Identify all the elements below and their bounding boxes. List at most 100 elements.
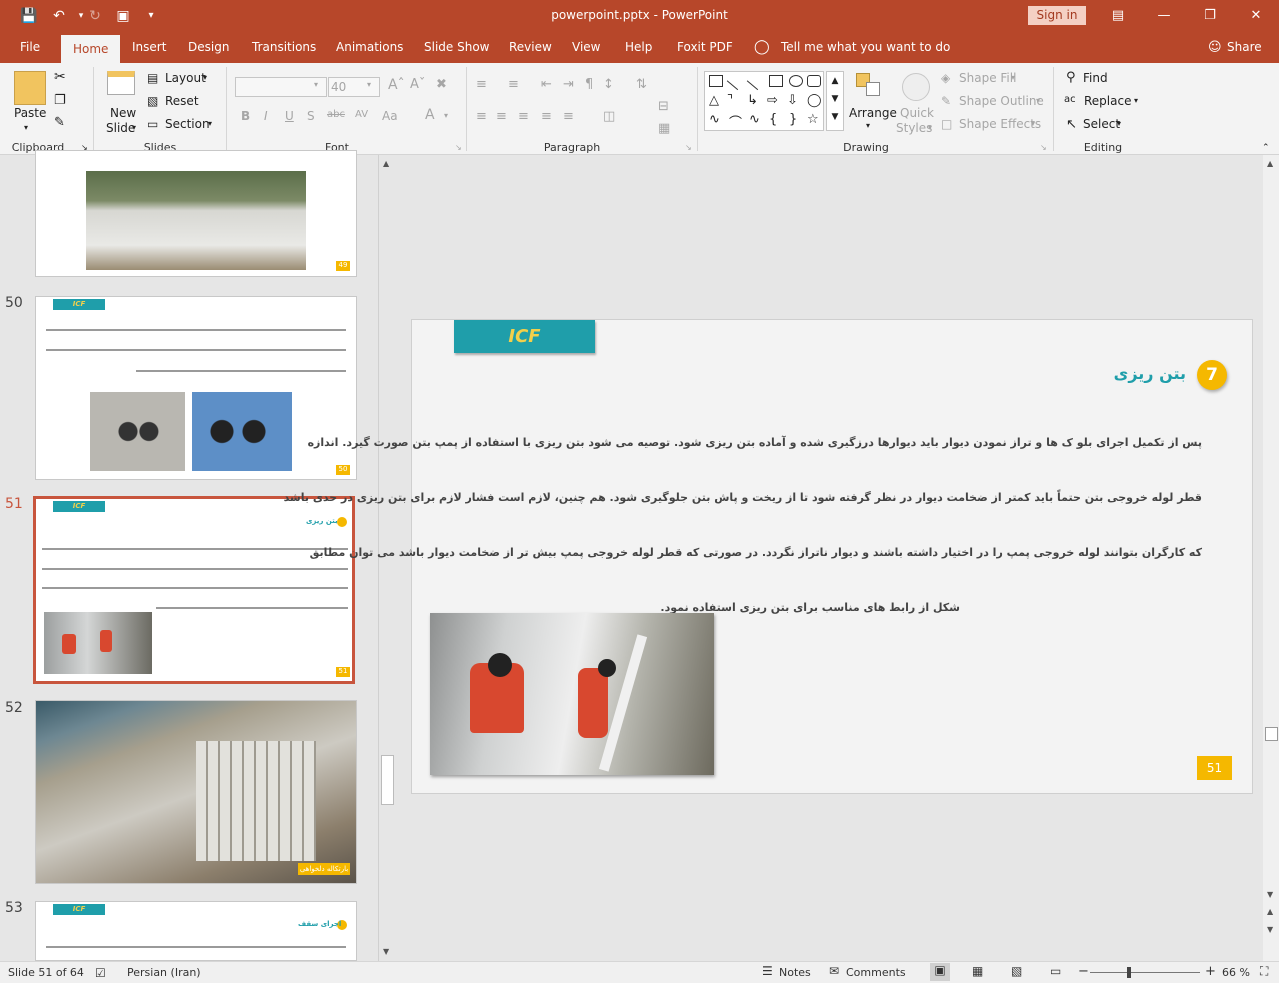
font-name-dropdown-icon[interactable]: ▾	[314, 80, 318, 89]
drawing-launcher-icon[interactable]: ↘	[1040, 143, 1047, 152]
elbow-connector-icon[interactable]: ⌝	[727, 93, 733, 108]
increase-font-icon[interactable]: Aˆ	[388, 77, 405, 93]
slide-thumbnail-53[interactable]: ICF اجرای سقف	[35, 901, 357, 961]
section-dropdown-icon[interactable]: ▾	[208, 119, 212, 128]
paste-dropdown-icon[interactable]: ▾	[24, 123, 28, 132]
shadow-icon[interactable]: S	[307, 109, 315, 123]
font-launcher-icon[interactable]: ↘	[455, 143, 462, 152]
quick-styles-button[interactable]: Quick	[900, 106, 934, 120]
scroll-down-icon[interactable]: ▼	[383, 947, 389, 956]
scroll-up-icon[interactable]: ▲	[1267, 159, 1273, 168]
tab-foxit-pdf[interactable]: Foxit PDF	[677, 32, 733, 63]
normal-view-icon[interactable]: ▣	[930, 963, 950, 981]
fit-to-window-icon[interactable]: ⛶	[1260, 964, 1268, 979]
shape-outline-icon[interactable]: ✎	[941, 94, 951, 108]
slide-scrollbar[interactable]: ▲ ▼ ▲ ▼	[1263, 155, 1279, 961]
format-painter-icon[interactable]: ✎	[54, 115, 65, 130]
find-button[interactable]: Find	[1083, 71, 1108, 85]
scroll-thumb[interactable]	[381, 755, 394, 805]
rounded-rectangle-shape-icon[interactable]	[807, 75, 821, 87]
arc-shape-icon[interactable]: ⌒	[729, 112, 742, 131]
freeform-shape-icon[interactable]: ◯	[807, 93, 822, 108]
right-brace-shape-icon[interactable]: }	[789, 112, 797, 127]
new-slide-dropdown-icon[interactable]: ▾	[132, 123, 136, 132]
notes-button[interactable]: Notes	[779, 966, 811, 979]
arrange-button[interactable]: Arrange	[849, 106, 897, 120]
shape-fill-dropdown-icon[interactable]: ▾	[1011, 73, 1015, 82]
align-text-icon[interactable]: ⊟	[658, 99, 669, 114]
collapse-ribbon-icon[interactable]: ⌃	[1262, 143, 1270, 153]
clear-formatting-icon[interactable]: ✖	[436, 77, 447, 92]
section-icon[interactable]: ▭	[147, 117, 158, 131]
language-indicator[interactable]: Persian (Iran)	[127, 966, 201, 979]
zoom-out-icon[interactable]: −	[1078, 964, 1089, 979]
justify-icon[interactable]: ≡	[541, 109, 552, 124]
rectangle-shape-icon[interactable]	[769, 75, 783, 87]
right-arrow-shape-icon[interactable]: ⇨	[767, 93, 778, 108]
shape-outline-dropdown-icon[interactable]: ▾	[1036, 96, 1040, 105]
zoom-in-icon[interactable]: +	[1205, 964, 1216, 979]
quick-styles-dropdown-icon[interactable]: ▾	[928, 123, 932, 132]
zoom-slider-thumb[interactable]	[1127, 967, 1131, 978]
decrease-indent-icon[interactable]: ⇤	[541, 77, 552, 92]
select-icon[interactable]: ↖	[1066, 117, 1077, 132]
curve-shape-icon[interactable]: ∿	[749, 112, 760, 127]
paste-button[interactable]: Paste	[14, 106, 46, 120]
star-shape-icon[interactable]: ☆	[807, 112, 819, 127]
zoom-level[interactable]: 66 %	[1222, 966, 1250, 979]
font-color-icon[interactable]: A	[425, 107, 435, 123]
slide-sorter-icon[interactable]: ▦	[972, 964, 983, 978]
scribble-shape-icon[interactable]: ∿	[709, 112, 720, 127]
new-slide-icon[interactable]	[107, 71, 135, 95]
tab-review[interactable]: Review	[509, 32, 552, 63]
layout-button[interactable]: Layout	[165, 71, 206, 85]
scroll-up-icon[interactable]: ▲	[383, 159, 389, 168]
shape-effects-icon[interactable]: □	[941, 117, 952, 131]
character-spacing-icon[interactable]: AV	[355, 109, 368, 120]
sign-in-button[interactable]: Sign in	[1028, 6, 1086, 25]
strikethrough-icon[interactable]: abc	[327, 109, 345, 120]
bold-icon[interactable]: B	[241, 109, 250, 123]
paste-icon[interactable]	[14, 71, 46, 105]
font-color-dropdown-icon[interactable]: ▾	[444, 111, 448, 120]
rtl-icon[interactable]: ¶	[585, 77, 593, 92]
slide-thumbnail-51[interactable]: ICF بتن ریزی 51	[33, 496, 355, 684]
quick-styles-icon[interactable]	[902, 73, 930, 101]
replace-dropdown-icon[interactable]: ▾	[1134, 96, 1138, 105]
arrange-dropdown-icon[interactable]: ▾	[866, 121, 870, 130]
tab-design[interactable]: Design	[188, 32, 229, 63]
smartart-icon[interactable]: ▦	[658, 121, 670, 136]
shape-fill-icon[interactable]: ◈	[941, 71, 950, 85]
tab-view[interactable]: View	[572, 32, 600, 63]
reset-icon[interactable]: ▧	[147, 94, 158, 108]
reset-button[interactable]: Reset	[165, 94, 199, 108]
shape-effects-button[interactable]: Shape Effects	[959, 117, 1041, 131]
spelling-icon[interactable]: ☑	[95, 966, 106, 980]
underline-icon[interactable]: U	[285, 109, 294, 123]
select-dropdown-icon[interactable]: ▾	[1117, 119, 1121, 128]
down-arrow-shape-icon[interactable]: ⇩	[787, 93, 798, 108]
zoom-slider[interactable]	[1090, 972, 1200, 973]
reading-view-icon[interactable]: ▧	[1011, 964, 1022, 978]
font-size-dropdown-icon[interactable]: ▾	[367, 80, 371, 89]
scroll-down-icon[interactable]: ▼	[1267, 890, 1273, 899]
paragraph-launcher-icon[interactable]: ↘	[685, 143, 692, 152]
cut-icon[interactable]: ✂	[54, 69, 66, 85]
italic-icon[interactable]: I	[264, 109, 268, 123]
line-spacing-icon[interactable]: ↕	[603, 77, 614, 92]
align-right-icon[interactable]: ≡	[518, 109, 529, 124]
find-icon[interactable]: ⚲	[1066, 70, 1076, 85]
shapes-gallery[interactable]: △ ⌝ ↳ ⇨ ⇩ ◯ ∿ ⌒ ∿ { } ☆	[704, 71, 824, 131]
arrow-shape-icon[interactable]	[746, 71, 766, 91]
next-slide-icon[interactable]: ▼	[1267, 925, 1273, 934]
replace-button[interactable]: Replace	[1084, 94, 1131, 108]
oval-shape-icon[interactable]	[789, 75, 803, 87]
copy-icon[interactable]: ❐	[54, 93, 66, 108]
tell-me-search[interactable]: Tell me what you want to do	[781, 32, 950, 63]
decrease-font-icon[interactable]: Aˇ	[410, 77, 425, 92]
new-slide-button[interactable]: New	[110, 106, 136, 120]
select-button[interactable]: Select	[1083, 117, 1120, 131]
shape-fill-button[interactable]: Shape Fill	[959, 71, 1016, 85]
tab-file[interactable]: File	[20, 32, 40, 63]
slide-canvas[interactable]: ICF 7 بتن ریزی پس از تکمیل اجرای بلو ک ه…	[284, 319, 1253, 794]
